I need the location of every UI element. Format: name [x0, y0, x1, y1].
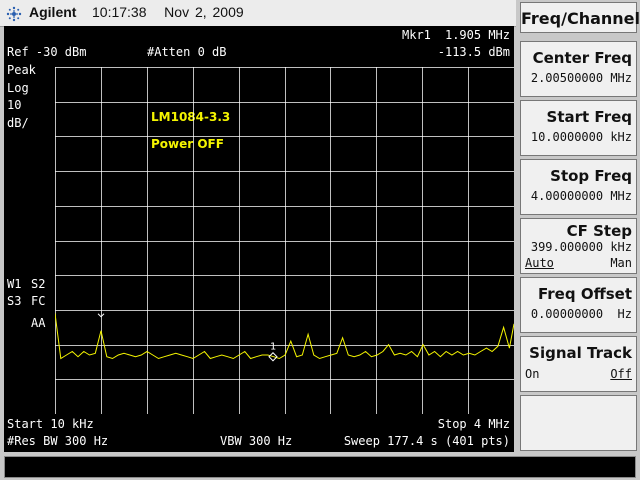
softkey-panel: Freq/Channel Center Freq 2.00500000 MHz …: [517, 0, 640, 454]
menu-title: Freq/Channel: [520, 2, 640, 33]
start-frequency: Start 10 kHz: [7, 417, 94, 431]
softkey-option-off: Off: [610, 367, 632, 381]
softkey-label: Start Freq: [546, 108, 632, 126]
reference-level: Ref -30 dBm: [7, 45, 87, 59]
date: Nov 2, 2009: [164, 4, 244, 20]
stop-frequency: Stop 4 MHz: [437, 417, 510, 431]
softkey-value: 10.0000000 kHz: [530, 130, 632, 144]
spectrum-plot: 1: [55, 67, 514, 414]
spectrum-trace: [55, 313, 514, 360]
softkey-value: 2.00500000 MHz: [530, 71, 632, 85]
softkey-value: 4.00000000 MHz: [530, 189, 632, 203]
marker-amplitude: -113.5 dBm: [437, 45, 510, 59]
center-freq-softkey[interactable]: Center Freq 2.00500000 MHz: [520, 41, 637, 97]
time: 10:17:38: [92, 4, 147, 20]
softkey-value: 399.000000 kHz: [530, 240, 632, 254]
attenuation: #Atten 0 dB: [147, 45, 227, 59]
stop-freq-softkey[interactable]: Stop Freq 4.00000000 MHz: [520, 159, 637, 215]
softkey-label: Freq Offset: [538, 285, 632, 303]
sweep-time: Sweep 177.4 s (401 pts): [343, 434, 510, 448]
softkey-option-auto: Auto: [525, 256, 554, 270]
marker-frequency: 1.905 MHz: [444, 28, 510, 42]
brand-name: Agilent: [29, 4, 77, 20]
marker-number: 1: [270, 342, 276, 353]
trace-label-s3: S3: [7, 294, 22, 308]
softkey-label: CF Step: [566, 222, 632, 240]
analyzer-display: Mkr1 1.905 MHz Ref -30 dBm #Atten 0 dB -…: [4, 26, 514, 452]
detector-mode: Peak: [7, 63, 36, 77]
softkey-label: Stop Freq: [550, 167, 632, 185]
status-line: [4, 456, 636, 478]
graticule: [55, 67, 514, 414]
start-freq-softkey[interactable]: Start Freq 10.0000000 kHz: [520, 100, 637, 156]
softkey-label: Center Freq: [532, 49, 632, 67]
date-time: 10:17:38 Nov 2, 2009: [92, 4, 244, 20]
freq-offset-softkey[interactable]: Freq Offset 0.00000000 Hz: [520, 277, 637, 333]
resolution-bandwidth: #Res BW 300 Hz: [7, 434, 109, 448]
softkey-label: Signal Track: [529, 344, 632, 362]
softkey-option-on: On: [525, 367, 540, 381]
scale-type: Log: [7, 81, 29, 95]
top-status-bar: Agilent 10:17:38 Nov 2, 2009: [0, 0, 516, 27]
scale-unit: dB/: [7, 116, 29, 130]
video-bandwidth: VBW 300 Hz: [220, 434, 293, 448]
trace-label-w1: W1: [7, 277, 22, 291]
marker-1: 1: [268, 342, 278, 362]
softkey-option-man: Man: [610, 256, 632, 270]
trace-label-aa: AA: [31, 316, 46, 330]
softkey-value: 0.00000000 Hz: [530, 307, 632, 321]
blank-softkey[interactable]: [520, 395, 637, 451]
agilent-spark-icon: [6, 6, 22, 22]
signal-track-softkey[interactable]: Signal Track On Off: [520, 336, 637, 392]
trace-label-s2: S2: [31, 277, 46, 291]
trace-label-fc: FC: [31, 294, 46, 308]
cf-step-softkey[interactable]: CF Step 399.000000 kHz Auto Man: [520, 218, 637, 274]
marker-label: Mkr1: [402, 28, 431, 42]
scale-value: 10: [7, 98, 22, 112]
